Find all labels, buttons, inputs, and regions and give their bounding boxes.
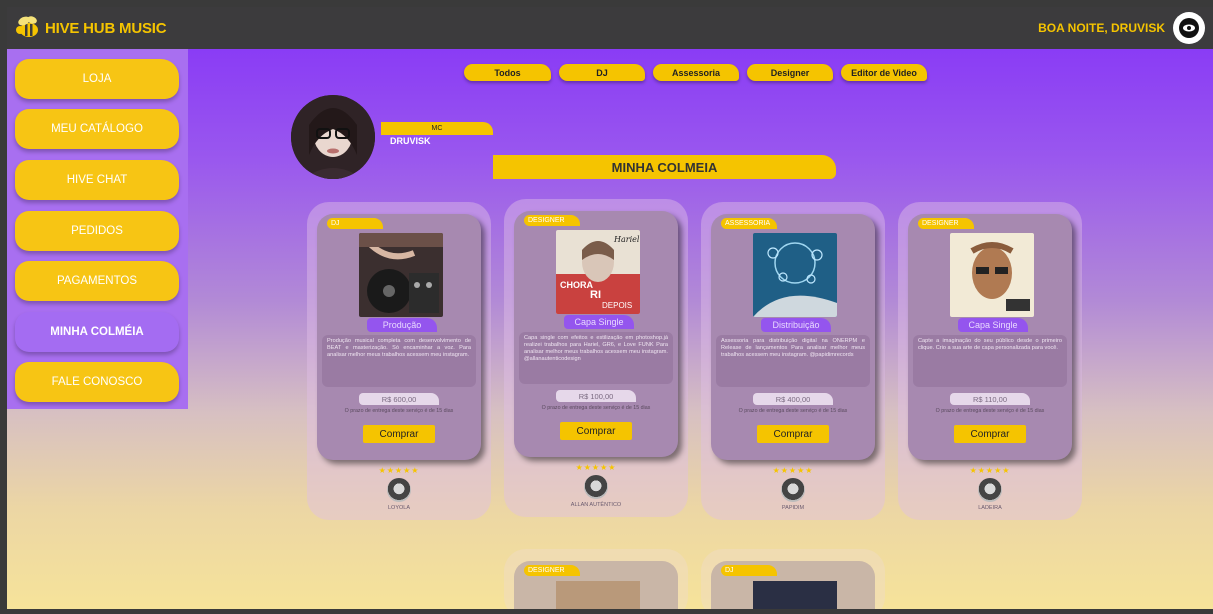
service-card-body: DJ Produção Produção musical completa co… [317, 214, 481, 460]
seller-avatar[interactable] [387, 478, 411, 502]
service-price: R$ 600,00 [359, 393, 439, 405]
brand[interactable]: HIVE HUB MUSIC [13, 15, 167, 41]
profile-name: DRUVISK [390, 136, 431, 146]
service-card: DJ Produção Produção musical completa co… [307, 202, 491, 520]
sidebar-item-meu-catalogo[interactable]: MEU CATÁLOGO [15, 109, 179, 149]
user-greeting: BOA NOITE, DRUVISK [1038, 12, 1205, 44]
sidebar-item-pagamentos[interactable]: PAGAMENTOS [15, 261, 179, 301]
service-card-body: ASSESSORIA Distribuição Assessoria para … [711, 214, 875, 460]
service-card: DESIGNER Capa Single Capte a imaginação … [898, 202, 1082, 520]
category-tag: DESIGNER [524, 215, 580, 226]
seller-avatar[interactable] [978, 478, 1002, 502]
sidebar-item-fale-conosco[interactable]: FALE CONOSCO [15, 362, 179, 402]
service-thumbnail[interactable] [556, 581, 640, 609]
rating-stars: ★★★★★ [575, 463, 617, 472]
top-bar: HIVE HUB MUSIC BOA NOITE, DRUVISK [7, 7, 1213, 49]
service-card: DESIGNER [504, 549, 688, 609]
seller-name: ALLAN AUTÊNTICO [570, 502, 622, 508]
seller-avatar[interactable] [584, 475, 608, 499]
service-description: Produção musical completa com desenvolvi… [322, 335, 476, 387]
buy-button[interactable]: Comprar [560, 422, 632, 440]
seller-avatar[interactable] [781, 478, 805, 502]
category-filters: Todos DJ Assessoria Designer Editor de V… [464, 64, 927, 81]
thumbnail-art-text: Hariel [613, 235, 640, 244]
service-card: DJ [701, 549, 885, 609]
brand-name: HIVE HUB MUSIC [45, 19, 167, 37]
service-thumbnail[interactable] [753, 581, 837, 609]
seller-name: LADEIRA [978, 505, 1002, 511]
sidebar-item-label: MINHA COLMÉIA [50, 326, 144, 338]
main-stage: LOJA MEU CATÁLOGO HIVE CHAT PEDIDOS PAGA… [7, 49, 1213, 609]
delivery-time: O prazo de entrega deste serviço é de 15… [344, 408, 454, 414]
thumbnail-art-text: DEPOIS [602, 301, 632, 310]
sidebar-item-hive-chat[interactable]: HIVE CHAT [15, 160, 179, 200]
service-card-body: DESIGNER [514, 561, 678, 609]
sidebar-item-label: MEU CATÁLOGO [51, 123, 143, 135]
sidebar: LOJA MEU CATÁLOGO HIVE CHAT PEDIDOS PAGA… [7, 49, 188, 409]
rating-stars: ★★★★★ [969, 466, 1011, 475]
delivery-time: O prazo de entrega deste serviço é de 15… [541, 405, 651, 411]
bee-logo-icon [13, 15, 43, 41]
sidebar-item-pedidos[interactable]: PEDIDOS [15, 211, 179, 251]
sidebar-item-label: PEDIDOS [71, 225, 123, 237]
thumbnail-art-text: CHORA [560, 280, 593, 290]
service-card: ASSESSORIA Distribuição Assessoria para … [701, 202, 885, 520]
filter-dj[interactable]: DJ [559, 64, 645, 81]
delivery-time: O prazo de entrega deste serviço é de 15… [935, 408, 1045, 414]
service-name: Capa Single [564, 315, 634, 329]
rating-stars: ★★★★★ [378, 466, 420, 475]
service-price: R$ 110,00 [950, 393, 1030, 405]
buy-button[interactable]: Comprar [363, 425, 435, 443]
user-avatar-icon [1179, 18, 1199, 38]
greeting-text: BOA NOITE, DRUVISK [1038, 21, 1165, 35]
category-tag: ASSESSORIA [721, 218, 777, 229]
service-description: Capa single com efeitos e estilização em… [519, 332, 673, 384]
service-thumbnail[interactable]: Hariel CHORA RI DEPOIS [556, 230, 640, 314]
service-thumbnail[interactable] [950, 233, 1034, 317]
rating-stars: ★★★★★ [772, 466, 814, 475]
filter-todos[interactable]: Todos [464, 64, 551, 81]
service-name: Distribuição [761, 318, 831, 332]
service-card: DESIGNER Hariel CHORA RI DEPOIS Capa Sin… [504, 199, 688, 517]
category-tag: DJ [327, 218, 383, 229]
service-card-body: DESIGNER Hariel CHORA RI DEPOIS Capa Sin… [514, 211, 678, 457]
category-tag: DESIGNER [918, 218, 974, 229]
sidebar-item-loja[interactable]: LOJA [15, 59, 179, 99]
thumbnail-art-text: RI [590, 289, 601, 301]
service-price: R$ 100,00 [556, 390, 636, 402]
service-description: Assessoria para distribuição digital na … [716, 335, 870, 387]
service-price: R$ 400,00 [753, 393, 833, 405]
filter-editor-de-video[interactable]: Editor de Video [841, 64, 927, 81]
service-description: Capte a imaginação do seu público desde … [913, 335, 1067, 387]
buy-button[interactable]: Comprar [757, 425, 829, 443]
service-card-body: DJ [711, 561, 875, 609]
category-tag: DJ [721, 565, 777, 576]
profile-role-tag: MC [381, 122, 493, 135]
sidebar-item-label: HIVE CHAT [66, 174, 128, 186]
sidebar-item-minha-colmeia[interactable]: MINHA COLMÉIA [15, 312, 179, 352]
buy-button[interactable]: Comprar [954, 425, 1026, 443]
service-thumbnail[interactable] [753, 233, 837, 317]
service-thumbnail[interactable] [359, 233, 443, 317]
page-title: MINHA COLMEIA [493, 155, 836, 179]
seller-name: PAPIDIM [781, 505, 805, 511]
service-name: Capa Single [958, 318, 1028, 332]
filter-assessoria[interactable]: Assessoria [653, 64, 739, 81]
profile-avatar[interactable] [291, 95, 375, 179]
service-name: Produção [367, 318, 437, 332]
service-card-body: DESIGNER Capa Single Capte a imaginação … [908, 214, 1072, 460]
delivery-time: O prazo de entrega deste serviço é de 15… [738, 408, 848, 414]
filter-designer[interactable]: Designer [747, 64, 833, 81]
sidebar-item-label: FALE CONOSCO [51, 376, 143, 388]
category-tag: DESIGNER [524, 565, 580, 576]
seller-name: LOYOLA [387, 505, 410, 511]
sidebar-item-label: PAGAMENTOS [56, 275, 138, 287]
sidebar-item-label: LOJA [82, 73, 112, 85]
user-avatar[interactable] [1173, 12, 1205, 44]
